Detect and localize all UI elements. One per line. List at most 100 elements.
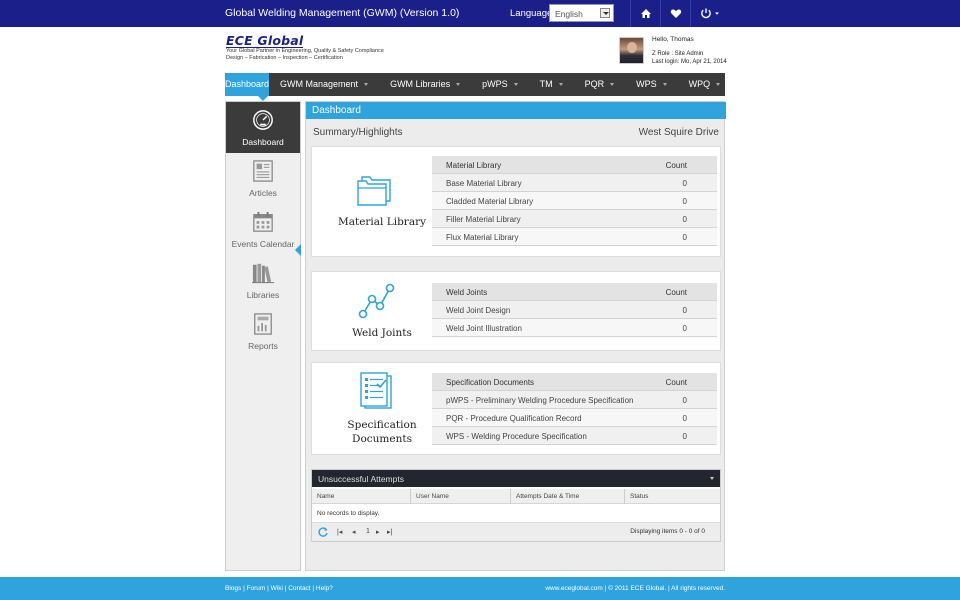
brand-block: ECE Global Your Global Partner in Engine… <box>226 34 384 62</box>
grid-title-bar[interactable]: Unsuccessful Attempts <box>312 470 720 487</box>
sidebar-label: Dashboard <box>242 137 284 147</box>
folders-icon <box>357 176 391 206</box>
nav-wpq[interactable]: WPQ <box>678 73 732 96</box>
specification-documents-panel: Specification Documents Specification Do… <box>311 362 721 455</box>
home-icon[interactable] <box>630 0 660 27</box>
caret-down-icon <box>513 83 518 87</box>
brand-tagline: Your Global Partner in Engineering, Qual… <box>226 48 384 54</box>
row-name: Filler Material Library <box>446 215 521 224</box>
summary-title: Summary/Highlights <box>313 127 403 138</box>
row-name: PQR - Procedure Qualification Record <box>446 414 582 423</box>
row-name: WPS - Welding Procedure Specification <box>446 432 587 441</box>
table-row[interactable]: Weld Joint Illustration 0 <box>432 319 717 337</box>
material-library-panel: Material Library Material Library Count B… <box>311 146 721 257</box>
nav-gwm-libraries[interactable]: GWM Libraries <box>379 73 471 96</box>
footer: Blogs | Forum | Wiki | Contact | Help? w… <box>0 577 960 600</box>
panel-title-line1: Specification <box>347 419 417 431</box>
row-count: 0 <box>682 215 687 224</box>
nav-tm[interactable]: TM <box>529 73 574 96</box>
table-row[interactable]: Base Material Library 0 <box>432 174 717 192</box>
table-row[interactable]: Weld Joint Design 0 <box>432 301 717 319</box>
nav-pqr[interactable]: PQR <box>574 73 626 96</box>
user-info: Hello, Thomas Z Role : Site Admin Last l… <box>652 36 772 66</box>
sidebar-label: Libraries <box>246 290 280 300</box>
column-header-name[interactable]: Name <box>312 489 410 504</box>
grid-pager: |◂ ◂ 1 ▸ ▸| Displaying items 0 - 0 of 0 <box>312 522 720 541</box>
footer-links[interactable]: Blogs | Forum | Wiki | Contact | Help? <box>225 585 333 592</box>
sidebar-item-articles[interactable]: Articles <box>226 153 300 204</box>
sidebar-item-events-calendar[interactable]: Events Calendar <box>226 204 300 255</box>
nav-wps[interactable]: WPS <box>625 73 678 96</box>
column-header: Material Library <box>446 161 502 170</box>
user-role: Z Role : Site Admin <box>652 51 704 57</box>
gauge-icon <box>253 110 273 130</box>
nav-gwm-management[interactable]: GWM Management <box>269 73 379 96</box>
column-header-user-name[interactable]: User Name <box>410 489 510 504</box>
content-header: Dashboard <box>306 102 726 119</box>
column-header: Count <box>665 288 687 297</box>
last-page-icon[interactable]: ▸| <box>387 528 392 536</box>
dropdown-arrow-icon <box>600 8 610 18</box>
caret-down-icon <box>716 83 721 87</box>
nav-label: TM <box>539 79 553 89</box>
nav-pwps[interactable]: pWPS <box>471 73 529 96</box>
column-header: Count <box>665 378 687 387</box>
row-name: Cladded Material Library <box>446 197 534 206</box>
nav-label: WPQ <box>688 79 711 89</box>
table-header-row: Material Library Count <box>432 156 717 174</box>
specification-documents-table: Specification Documents Count pWPS - Prel… <box>432 373 717 445</box>
top-bar: Global Welding Management (GWM) (Version… <box>0 0 960 27</box>
row-count: 0 <box>682 414 687 423</box>
caret-down-icon <box>610 83 615 87</box>
table-row[interactable]: Flux Material Library 0 <box>432 228 717 246</box>
calendar-icon <box>253 211 273 232</box>
nav-label: GWM Libraries <box>390 79 451 89</box>
nav-dashboard[interactable]: Dashboard <box>225 73 270 101</box>
panel-title-line2: Documents <box>352 433 412 445</box>
table-row[interactable]: PQR - Procedure Qualification Record 0 <box>432 409 717 427</box>
table-row[interactable]: Cladded Material Library 0 <box>432 192 717 210</box>
company-logo[interactable]: ECE Global <box>226 34 304 48</box>
language-select[interactable]: English <box>549 4 614 22</box>
table-row[interactable]: Filler Material Library 0 <box>432 210 717 228</box>
column-header-status[interactable]: Status <box>624 489 720 504</box>
row-count: 0 <box>682 432 687 441</box>
favorites-heart-icon[interactable] <box>660 0 690 27</box>
column-header-attempts-date[interactable]: Attempts Date & Time <box>510 489 624 504</box>
no-records-text: No records to display. <box>317 510 380 517</box>
sidebar: Dashboard Articles Events Calendar Libra… <box>225 101 301 571</box>
sidebar-item-reports[interactable]: Reports <box>226 306 300 357</box>
row-count: 0 <box>682 396 687 405</box>
caret-down-icon <box>662 83 667 87</box>
reports-icon <box>254 313 272 335</box>
row-name: Flux Material Library <box>446 233 519 242</box>
table-row[interactable]: WPS - Welding Procedure Specification 0 <box>432 427 717 445</box>
brand-services: Design – Fabrication – Inspection – Cert… <box>226 55 343 61</box>
table-header-row: Specification Documents Count <box>432 373 717 391</box>
row-count: 0 <box>682 306 687 315</box>
sidebar-collapse-arrow-icon[interactable] <box>295 244 301 256</box>
footer-copyright: www.eceglobal.com | © 2011 ECE Global. |… <box>545 585 725 592</box>
sidebar-item-libraries[interactable]: Libraries <box>226 255 300 306</box>
chevron-down-icon[interactable] <box>710 477 714 480</box>
grid-title: Unsuccessful Attempts <box>318 474 404 484</box>
nav-label: GWM Management <box>280 79 359 89</box>
pager-summary: Displaying items 0 - 0 of 0 <box>630 528 705 535</box>
sidebar-item-dashboard[interactable]: Dashboard <box>226 102 300 153</box>
current-page[interactable]: 1 <box>366 528 370 535</box>
row-name: pWPS - Preliminary Welding Procedure Spe… <box>446 396 634 405</box>
avatar[interactable] <box>619 37 644 64</box>
refresh-icon[interactable] <box>317 526 329 538</box>
sidebar-label: Reports <box>248 341 278 351</box>
row-count: 0 <box>682 324 687 333</box>
material-library-table: Material Library Count Base Material Libr… <box>432 156 717 246</box>
row-count: 0 <box>682 179 687 188</box>
row-count: 0 <box>682 233 687 242</box>
spec-docs-icon <box>360 372 392 409</box>
power-menu-icon[interactable] <box>690 0 732 27</box>
first-page-icon[interactable]: |◂ <box>337 528 342 536</box>
table-row[interactable]: pWPS - Preliminary Welding Procedure Spe… <box>432 391 717 409</box>
column-header: Count <box>665 161 687 170</box>
next-page-icon[interactable]: ▸ <box>376 528 380 536</box>
prev-page-icon[interactable]: ◂ <box>352 528 356 536</box>
